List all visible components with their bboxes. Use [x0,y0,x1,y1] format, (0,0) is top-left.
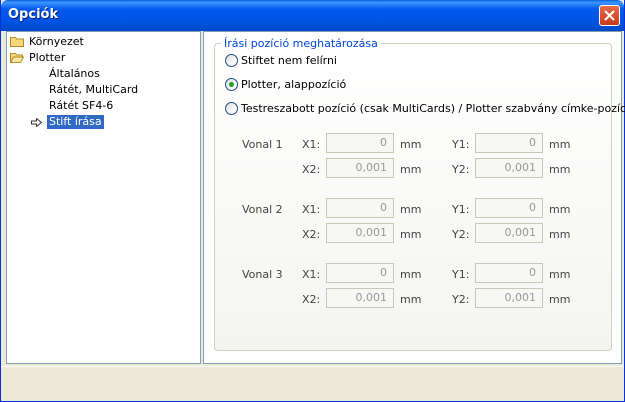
tree-item-label: Stift írása [47,115,104,129]
tree-item-label: Rátét SF4-6 [49,99,114,112]
y2-label: Y2: [452,228,470,241]
unit-label: mm [400,138,422,151]
radio-checked-dot [229,82,234,87]
folder-open-icon [10,53,24,63]
x1-label: X1: [302,138,321,151]
tree-item-label: Általános [49,67,100,80]
x1-label: X1: [302,203,321,216]
tree-item-ratet-sf46[interactable]: Rátét SF4-6 [47,99,167,113]
line2-x1-input[interactable]: 0 [326,198,394,218]
settings-panel: Írási pozíció meghatározása Stiftet nem … [203,31,625,364]
arrow-right-icon [31,118,42,127]
tree-item-plotter[interactable]: Plotter [10,51,130,65]
radio-no-write[interactable]: Stiftet nem felírni [225,54,365,68]
line-label: Vonal 1 [242,138,283,151]
radio-label: Stiftet nem felírni [241,54,337,67]
unit-label: mm [400,268,422,281]
radio-button[interactable] [225,54,238,67]
tree-item-label: Környezet [29,35,84,48]
unit-label: mm [549,203,571,216]
unit-label: mm [549,293,571,306]
x2-label: X2: [302,228,321,241]
y2-label: Y2: [452,293,470,306]
line2-x2-input[interactable]: 0,001 [326,223,394,243]
unit-label: mm [400,228,422,241]
radio-plotter-home[interactable]: Plotter, alappozíció [225,78,375,92]
radio-label: Plotter, alappozíció [241,78,347,91]
unit-label: mm [549,268,571,281]
line-label: Vonal 3 [242,268,283,281]
line3-x2-input[interactable]: 0,001 [326,288,394,308]
window-title: Opciók [8,7,59,22]
line2-y1-input[interactable]: 0 [475,198,543,218]
radio-button[interactable] [225,102,238,115]
line1-y1-input[interactable]: 0 [475,133,543,153]
tree-item-altalanos[interactable]: Általános [47,67,167,81]
line3-y1-input[interactable]: 0 [475,263,543,283]
unit-label: mm [400,203,422,216]
radio-button[interactable] [225,78,238,91]
group-title: Írási pozíció meghatározása [221,37,381,50]
write-position-group: Írási pozíció meghatározása Stiftet nem … [214,37,625,351]
line3-x1-input[interactable]: 0 [326,263,394,283]
tree-item-ratet-multicard[interactable]: Rátét, MultiCard [47,83,177,97]
x2-label: X2: [302,293,321,306]
options-dialog: Opciók Környezet Plotter Általános Rátét… [0,0,625,402]
unit-label: mm [400,293,422,306]
x2-label: X2: [302,163,321,176]
line1-x2-input[interactable]: 0,001 [326,158,394,178]
line1-y2-input[interactable]: 0,001 [475,158,543,178]
tree-item-kornyezet[interactable]: Környezet [10,35,130,49]
line-label: Vonal 2 [242,203,283,216]
unit-label: mm [549,228,571,241]
y2-label: Y2: [452,163,470,176]
unit-label: mm [400,163,422,176]
y1-label: Y1: [452,138,470,151]
radio-custom-position[interactable]: Testreszabott pozíció (csak MultiCards) … [225,102,625,116]
tree-item-label: Plotter [29,51,66,64]
y1-label: Y1: [452,268,470,281]
tree-item-stift-irasa[interactable]: Stift írása [31,115,151,129]
radio-label: Testreszabott pozíció (csak MultiCards) … [241,102,625,115]
x1-label: X1: [302,268,321,281]
close-icon [604,10,615,21]
options-tree[interactable]: Környezet Plotter Általános Rátét, Multi… [6,31,201,364]
tree-item-label: Rátét, MultiCard [49,83,139,96]
line3-y2-input[interactable]: 0,001 [475,288,543,308]
title-bar[interactable]: Opciók [1,0,624,31]
line2-y2-input[interactable]: 0,001 [475,223,543,243]
unit-label: mm [549,163,571,176]
unit-label: mm [549,138,571,151]
close-button[interactable] [599,5,620,26]
dialog-footer [1,366,624,401]
folder-icon [10,37,24,47]
y1-label: Y1: [452,203,470,216]
line1-x1-input[interactable]: 0 [326,133,394,153]
